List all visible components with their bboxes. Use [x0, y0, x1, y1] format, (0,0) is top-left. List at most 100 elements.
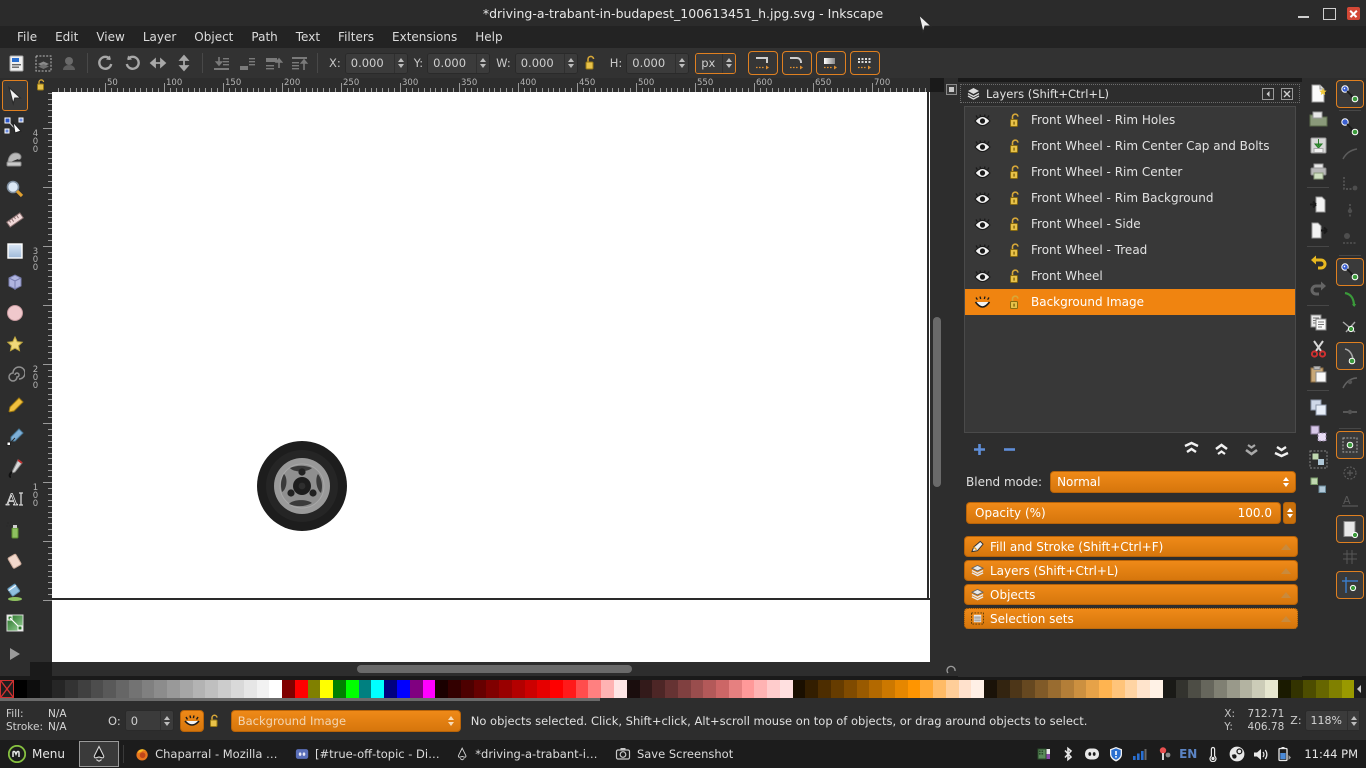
raise-to-top-icon[interactable]	[286, 51, 312, 75]
zoom-tool[interactable]	[2, 173, 28, 204]
palette-swatch[interactable]	[77, 680, 91, 698]
palette-swatch[interactable]	[1022, 680, 1036, 698]
canvas[interactable]	[52, 92, 930, 662]
palette-swatch[interactable]	[128, 680, 142, 698]
palette-swatch[interactable]	[103, 680, 117, 698]
palette-swatch[interactable]	[882, 680, 895, 698]
h-field[interactable]: 0.000	[626, 52, 690, 74]
import-icon[interactable]	[1304, 191, 1332, 217]
keyboard-layout-indicator[interactable]: EN	[1179, 747, 1197, 761]
palette-swatch[interactable]	[396, 680, 410, 698]
lock-open-icon[interactable]	[999, 138, 1031, 154]
palette-swatch[interactable]	[537, 680, 551, 698]
palette-swatch[interactable]	[1265, 680, 1278, 698]
w-field[interactable]: 0.000	[514, 52, 578, 74]
lower-to-bottom-icon[interactable]	[208, 51, 234, 75]
palette-swatch[interactable]	[920, 680, 934, 698]
paste-icon[interactable]	[1304, 361, 1332, 387]
scrollbar-thumb[interactable]	[933, 317, 941, 487]
palette-swatch[interactable]	[333, 680, 346, 698]
lock-open-icon[interactable]	[999, 294, 1031, 310]
close-button[interactable]	[1347, 6, 1360, 20]
palette-swatch[interactable]	[14, 680, 27, 698]
layer-row[interactable]: Front Wheel - Side	[965, 211, 1295, 237]
menu-object[interactable]: Object	[185, 28, 242, 46]
palette-swatch[interactable]	[869, 680, 883, 698]
palette-swatch[interactable]	[652, 680, 666, 698]
current-layer-select[interactable]: Background Image	[230, 709, 461, 732]
gradient-tool[interactable]	[2, 607, 28, 638]
palette-swatch[interactable]	[690, 680, 704, 698]
palette-swatch[interactable]	[1111, 680, 1125, 698]
palette-swatch[interactable]	[231, 680, 244, 698]
palette-swatch[interactable]	[575, 680, 589, 698]
palette-swatch[interactable]	[345, 680, 359, 698]
palette-swatch[interactable]	[320, 680, 334, 698]
bluetooth-icon[interactable]	[1059, 746, 1076, 763]
palette-swatch[interactable]	[192, 680, 206, 698]
lock-open-icon[interactable]	[999, 268, 1031, 284]
palette-swatch[interactable]	[945, 680, 959, 698]
palette-swatch[interactable]	[894, 680, 908, 698]
palette-swatch[interactable]	[384, 680, 397, 698]
paint-bucket-tool[interactable]	[2, 576, 28, 607]
vertical-ruler[interactable]: 100200300400	[30, 92, 52, 662]
select-all-in-all-layers-icon[interactable]	[30, 51, 56, 75]
palette-swatch[interactable]	[218, 680, 232, 698]
snap-path-intersections-icon[interactable]	[1336, 314, 1364, 342]
layer-row[interactable]: Front Wheel - Rim Background	[965, 185, 1295, 211]
group-icon[interactable]	[1304, 446, 1332, 472]
menu-file[interactable]: File	[8, 28, 46, 46]
dock-tab-layers[interactable]: Layers (Shift+Ctrl+L)	[964, 560, 1298, 581]
dock-tab-fill-and-stroke[interactable]: Fill and Stroke (Shift+Ctrl+F)	[964, 536, 1298, 557]
palette-swatch[interactable]	[562, 680, 576, 698]
snap-bounding-boxes-icon[interactable]	[1336, 113, 1364, 141]
flip-horizontal-icon[interactable]	[145, 51, 171, 75]
dock-tab-selection-sets[interactable]: Selection sets	[964, 608, 1298, 629]
taskbar-window-save-screenshot[interactable]: Save Screenshot	[608, 742, 740, 766]
layer-row[interactable]: Front Wheel - Tread	[965, 237, 1295, 263]
canvas-vertical-scrollbar[interactable]	[930, 92, 944, 662]
lock-open-icon[interactable]	[999, 216, 1031, 232]
redo-icon[interactable]	[1304, 276, 1332, 302]
units-stepper[interactable]	[722, 53, 736, 73]
palette-swatch[interactable]	[1226, 680, 1240, 698]
layer-lock-toggle[interactable]	[207, 710, 223, 732]
temperature-icon[interactable]	[1204, 746, 1221, 763]
layer-visibility-toggle[interactable]	[179, 709, 204, 732]
palette-swatch[interactable]	[805, 680, 819, 698]
flip-vertical-icon[interactable]	[171, 51, 197, 75]
palette-swatch[interactable]	[1188, 680, 1202, 698]
snap-nodes-paths-icon[interactable]	[1336, 258, 1364, 286]
snap-object-centers-icon[interactable]	[1336, 431, 1364, 459]
snap-bbox-centers-icon[interactable]	[1336, 225, 1364, 253]
eye-open-icon[interactable]	[965, 113, 999, 127]
lock-open-icon[interactable]	[999, 242, 1031, 258]
palette-swatch[interactable]	[626, 680, 640, 698]
rectangle-tool[interactable]	[2, 235, 28, 266]
taskbar-window-firefox[interactable]: Chaparral - Mozilla Fire...	[128, 742, 288, 766]
eye-open-icon[interactable]	[965, 139, 999, 153]
palette-swatch[interactable]	[933, 680, 946, 698]
lower-layer-to-bottom-icon[interactable]	[1266, 438, 1296, 460]
eye-open-icon[interactable]	[965, 165, 999, 179]
eye-open-icon[interactable]	[965, 269, 999, 283]
palette-swatch[interactable]	[39, 680, 53, 698]
palette-swatch[interactable]	[486, 680, 500, 698]
palette-swatch[interactable]	[256, 680, 270, 698]
palette-swatch[interactable]	[269, 680, 283, 698]
lock-open-icon[interactable]	[999, 112, 1031, 128]
palette-swatch[interactable]	[26, 680, 40, 698]
palette-swatch[interactable]	[511, 680, 525, 698]
w-field-stepper[interactable]	[563, 53, 577, 73]
palette-swatch[interactable]	[741, 680, 755, 698]
palette-swatch[interactable]	[601, 680, 614, 698]
snap-cusp-nodes-icon[interactable]	[1336, 342, 1364, 370]
palette-swatch[interactable]	[907, 680, 921, 698]
snap-grids-icon[interactable]	[1336, 543, 1364, 571]
layer-row[interactable]: Front Wheel - Rim Center	[965, 159, 1295, 185]
palette-swatch[interactable]	[460, 680, 474, 698]
scale-stroke-width-icon[interactable]	[748, 51, 779, 75]
palette-swatch[interactable]	[499, 680, 512, 698]
palette-swatch[interactable]	[1137, 680, 1151, 698]
